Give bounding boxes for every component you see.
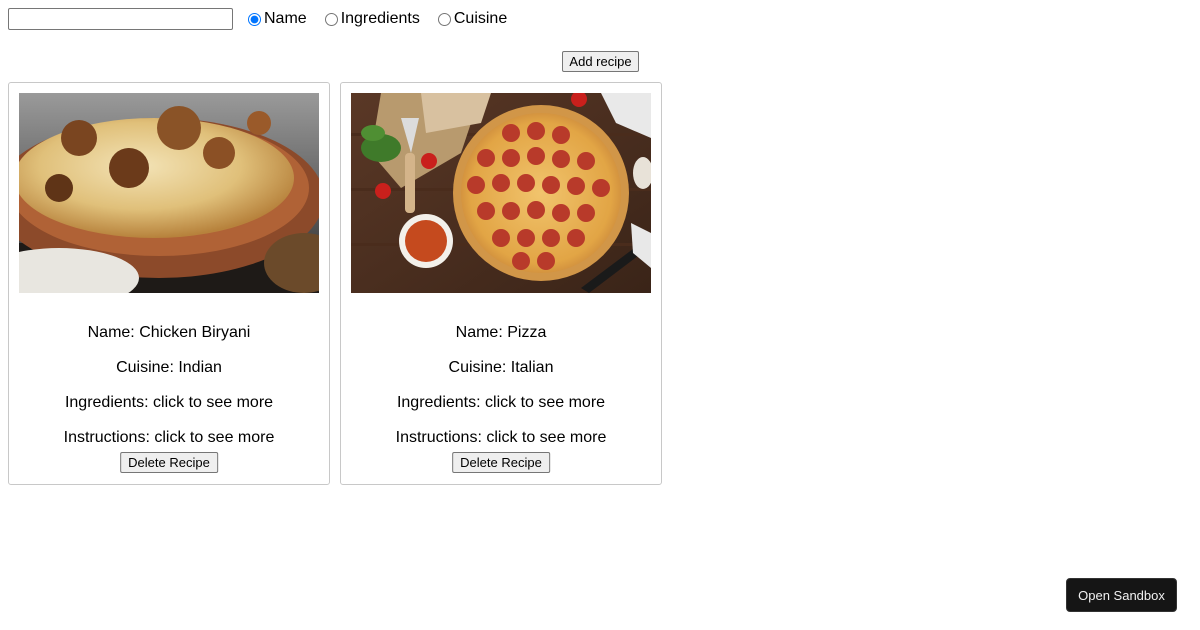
search-input[interactable] [8,8,233,30]
filter-option-name[interactable]: Name [233,10,320,28]
recipe-image-pizza [351,93,651,293]
filter-label-name: Name [264,10,307,27]
recipe-cuisine[interactable]: Cuisine: Indian [9,358,329,377]
recipe-list: Name: Chicken Biryani Cuisine: Indian In… [8,82,662,485]
recipe-card: Name: Chicken Biryani Cuisine: Indian In… [8,82,330,485]
recipe-card: Name: Pizza Cuisine: Italian Ingredients… [340,82,662,485]
recipe-cuisine[interactable]: Cuisine: Italian [341,358,661,377]
recipe-image-biryani [19,93,319,293]
recipe-ingredients-link[interactable]: Ingredients: click to see more [9,393,329,412]
filter-option-cuisine[interactable]: Cuisine [433,10,520,28]
recipe-name[interactable]: Name: Pizza [341,323,661,342]
filter-option-ingredients[interactable]: Ingredients [320,10,433,28]
filter-label-cuisine: Cuisine [453,10,508,27]
recipe-ingredients-link[interactable]: Ingredients: click to see more [341,393,661,412]
filter-radio-cuisine[interactable] [437,12,451,26]
recipe-name[interactable]: Name: Chicken Biryani [9,323,329,342]
filter-radio-name[interactable] [248,12,261,26]
filter-radio-ingredients[interactable] [324,12,338,26]
recipe-instructions-link[interactable]: Instructions: click to see more [9,428,329,447]
recipe-instructions-link[interactable]: Instructions: click to see more [341,428,661,447]
delete-recipe-button[interactable]: Delete Recipe [452,452,550,473]
search-bar: Name Ingredients Cuisine [8,8,520,30]
search-filter-group: Name Ingredients Cuisine [233,10,520,28]
delete-recipe-button[interactable]: Delete Recipe [120,452,218,473]
add-recipe-button[interactable]: Add recipe [562,51,639,72]
open-sandbox-button[interactable]: Open Sandbox [1066,578,1177,612]
filter-label-ingredients: Ingredients [340,10,420,27]
